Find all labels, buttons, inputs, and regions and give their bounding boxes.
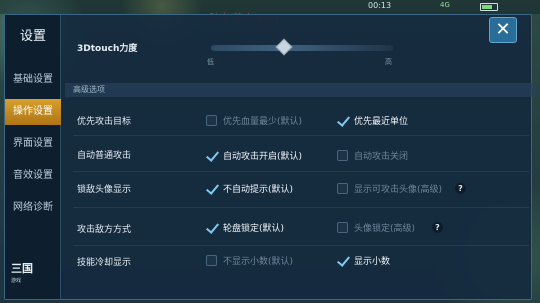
option-wheel-lock[interactable]: 轮盘锁定(默认) bbox=[206, 220, 284, 234]
option-auto-attack-off[interactable]: 自动攻击关闭 bbox=[337, 148, 408, 162]
sidebar-item-controls[interactable]: 操作设置 bbox=[5, 99, 61, 125]
checkbox-checked[interactable] bbox=[337, 115, 348, 126]
option-show-attackable-avatar[interactable]: 显示可攻击头像(高级) bbox=[337, 181, 442, 195]
checkbox-checked[interactable] bbox=[206, 150, 217, 161]
option-auto-attack-on[interactable]: 自动攻击开启(默认) bbox=[206, 148, 302, 162]
checkbox[interactable] bbox=[337, 149, 348, 161]
checkbox-checked[interactable] bbox=[206, 183, 217, 194]
sidebar-item-sound[interactable]: 音效设置 bbox=[5, 163, 61, 189]
checkbox-checked[interactable] bbox=[206, 222, 217, 233]
sidebar-item-basic[interactable]: 基础设置 bbox=[5, 67, 61, 93]
setting-label-auto-attack: 自动普通攻击 bbox=[77, 151, 132, 161]
option-no-decimals[interactable]: 不显示小数(默认) bbox=[206, 253, 293, 267]
game-logo: 三国 游戏 bbox=[11, 262, 33, 285]
option-nearest-unit[interactable]: 优先最近单位 bbox=[337, 113, 408, 127]
help-icon[interactable]: ? bbox=[455, 183, 466, 194]
sidebar: 设置 基础设置 操作设置 界面设置 音效设置 网络诊断 三国 游戏 bbox=[5, 15, 61, 299]
divider bbox=[73, 245, 529, 246]
setting-label-attack-mode: 攻击敌方方式 bbox=[77, 225, 132, 235]
battery-icon bbox=[480, 3, 498, 11]
divider bbox=[73, 135, 529, 136]
sidebar-item-network[interactable]: 网络诊断 bbox=[5, 195, 61, 221]
setting-label-lock-avatar: 锁敌头像显示 bbox=[77, 185, 132, 195]
divider bbox=[73, 207, 529, 208]
help-icon[interactable]: ? bbox=[432, 222, 443, 233]
slider-low-label: 低 bbox=[207, 58, 214, 66]
option-avatar-lock[interactable]: 头像锁定(高级) bbox=[337, 220, 415, 234]
sidebar-item-interface[interactable]: 界面设置 bbox=[5, 131, 61, 157]
slider-high-label: 高 bbox=[385, 58, 392, 66]
setting-label-cooldown-display: 技能冷却显示 bbox=[77, 258, 132, 268]
touch-slider-label: 3Dtouch力度 bbox=[77, 44, 138, 54]
touch-slider-track[interactable] bbox=[211, 45, 393, 51]
checkbox[interactable] bbox=[337, 221, 348, 233]
option-show-decimals[interactable]: 显示小数 bbox=[337, 253, 390, 267]
checkbox[interactable] bbox=[337, 182, 348, 194]
settings-panel: 设置 基础设置 操作设置 界面设置 音效设置 网络诊断 三国 游戏 ✕ 3Dto… bbox=[4, 14, 535, 300]
checkbox[interactable] bbox=[206, 254, 217, 266]
sidebar-title: 设置 bbox=[19, 29, 46, 44]
checkbox[interactable] bbox=[206, 114, 217, 126]
divider bbox=[73, 171, 529, 172]
setting-label-target-priority: 优先攻击目标 bbox=[77, 117, 132, 127]
advanced-section-header: 高级选项 bbox=[65, 83, 535, 97]
option-lowest-hp[interactable]: 优先血量最少(默认) bbox=[206, 113, 302, 127]
network-indicator: 4G bbox=[440, 1, 450, 9]
option-no-auto-prompt[interactable]: 不自动提示(默认) bbox=[206, 181, 293, 195]
clock: 00:13 bbox=[368, 1, 392, 10]
touch-slider-thumb[interactable] bbox=[275, 38, 293, 56]
checkbox-checked[interactable] bbox=[337, 255, 348, 266]
close-button[interactable]: ✕ bbox=[489, 17, 517, 43]
